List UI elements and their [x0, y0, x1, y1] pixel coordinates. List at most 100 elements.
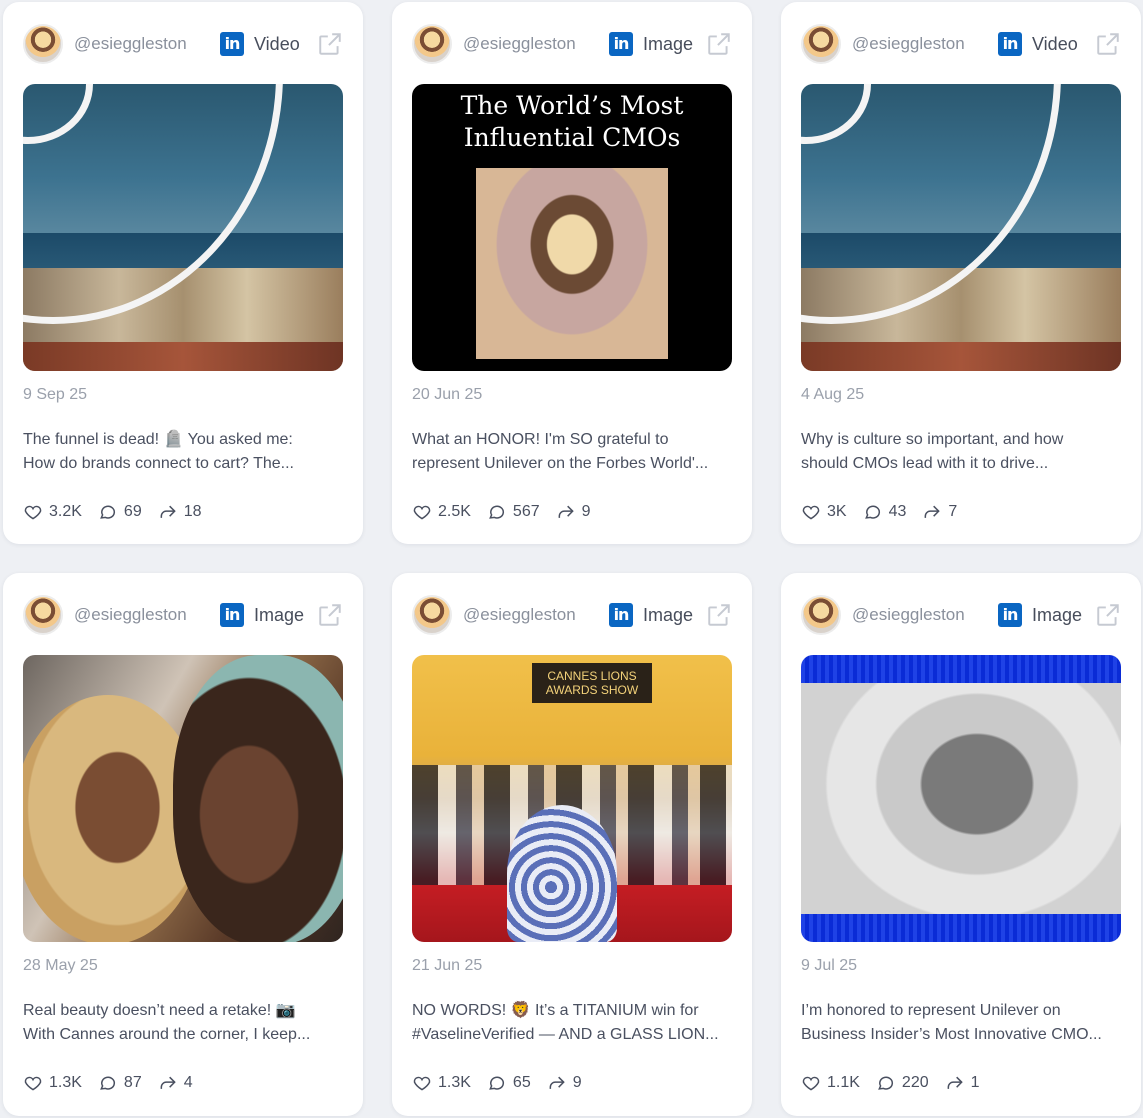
post-caption[interactable]: What an HONOR! I'm SO grateful to repres… [412, 428, 722, 476]
post-header: @esieggleston in Video [801, 24, 1121, 64]
post-media[interactable] [801, 655, 1121, 942]
comment-icon [878, 1076, 893, 1090]
external-link-icon[interactable] [706, 31, 732, 57]
post-card[interactable]: @esieggleston in Video 9 Sep 25 The funn… [3, 2, 363, 544]
post-caption[interactable]: Why is culture so important, and how sho… [801, 428, 1111, 476]
post-media[interactable] [23, 84, 343, 371]
post-card[interactable]: @esieggleston in Image The World’s Most … [392, 2, 752, 544]
likes-stat: 1.3K [23, 1073, 82, 1093]
media-title-line: Influential CMOs [463, 123, 681, 152]
caption-line: Real beauty doesn’t need a retake! 📷 [23, 1002, 296, 1019]
author-handle[interactable]: @esieggleston [74, 34, 206, 54]
caption-line: should CMOs lead with it to drive... [801, 455, 1049, 472]
post-header: @esieggleston in Video [23, 24, 343, 64]
likes-stat: 3.2K [23, 502, 82, 522]
post-date: 20 Jun 25 [412, 386, 483, 403]
avatar[interactable] [801, 595, 841, 635]
post-date: 9 Jul 25 [801, 957, 858, 974]
post-stats: 1.3K 65 9 [412, 1071, 598, 1095]
post-stats: 2.5K 567 9 [412, 500, 607, 524]
comments-stat: 220 [876, 1073, 929, 1093]
avatar[interactable] [23, 595, 63, 635]
author-handle[interactable]: @esieggleston [852, 34, 984, 54]
post-type-label: Image [1032, 604, 1083, 625]
share-icon [549, 1076, 565, 1089]
post-media[interactable]: The World’s Most Influential CMOs [412, 84, 732, 371]
heart-icon [413, 505, 431, 520]
post-caption[interactable]: I’m honored to represent Unilever on Bus… [801, 999, 1111, 1047]
shares-stat: 9 [547, 1073, 582, 1093]
post-grid: @esieggleston in Video 9 Sep 25 The funn… [3, 2, 1141, 1116]
post-media[interactable] [801, 84, 1121, 371]
post-media[interactable] [23, 655, 343, 942]
likes-count: 1.3K [49, 1074, 82, 1091]
likes-count: 1.3K [438, 1074, 471, 1091]
heart-icon [24, 1076, 42, 1091]
comments-count: 69 [123, 503, 142, 520]
comments-stat: 43 [863, 502, 907, 522]
media-band [801, 914, 1121, 942]
post-type-label: Image [643, 33, 694, 54]
media-title-line: The World’s Most [460, 91, 684, 120]
comment-icon [100, 505, 115, 519]
media-band [801, 655, 1121, 683]
author-handle[interactable]: @esieggleston [463, 34, 595, 54]
shares-stat: 9 [556, 502, 591, 522]
caption-line: Why is culture so important, and how [801, 431, 1064, 448]
comments-count: 220 [901, 1074, 929, 1091]
post-card[interactable]: @esieggleston in Image 9 Jul 25 I’m hono… [781, 573, 1141, 1116]
comments-count: 567 [512, 503, 540, 520]
heart-icon [802, 1076, 820, 1091]
avatar[interactable] [23, 24, 63, 64]
post-header: @esieggleston in Image [23, 595, 343, 635]
external-link-icon[interactable] [1095, 602, 1121, 628]
post-caption[interactable]: The funnel is dead! 🪦 You asked me: How … [23, 428, 333, 476]
external-link-icon[interactable] [317, 602, 343, 628]
likes-count: 2.5K [438, 503, 471, 520]
post-stats: 3K 43 7 [801, 500, 973, 524]
comments-stat: 69 [98, 502, 142, 522]
author-handle[interactable]: @esieggleston [463, 605, 595, 625]
author-handle[interactable]: @esieggleston [852, 605, 984, 625]
comments-count: 43 [888, 503, 907, 520]
post-card[interactable]: @esieggleston in Video 4 Aug 25 Why is c… [781, 2, 1141, 544]
heart-icon [802, 505, 820, 520]
author-handle[interactable]: @esieggleston [74, 605, 206, 625]
post-card[interactable]: @esieggleston in Image 28 May 25 Real be… [3, 573, 363, 1116]
caption-line: What an HONOR! I'm SO grateful to [412, 431, 669, 448]
caption-line: How do brands connect to cart? The... [23, 455, 294, 472]
likes-stat: 3K [801, 502, 847, 522]
external-link-icon[interactable] [706, 602, 732, 628]
post-type-label: Image [254, 604, 305, 625]
media-person [173, 655, 343, 942]
post-header: @esieggleston in Image [412, 24, 732, 64]
shares-stat: 1 [945, 1073, 980, 1093]
avatar[interactable] [801, 24, 841, 64]
post-card[interactable]: @esieggleston in Image CANNES LIONS AWAR… [392, 573, 752, 1116]
external-link-icon[interactable] [1095, 31, 1121, 57]
avatar[interactable] [412, 595, 452, 635]
post-date: 9 Sep 25 [23, 386, 88, 403]
caption-line: With Cannes around the corner, I keep... [23, 1026, 311, 1043]
linkedin-icon: in [220, 603, 244, 627]
share-icon [924, 505, 941, 518]
avatar[interactable] [412, 24, 452, 64]
caption-line: NO WORDS! 🦁 It’s a TITANIUM win for [412, 1002, 699, 1019]
linkedin-icon: in [609, 603, 633, 627]
likes-count: 3.2K [49, 503, 82, 520]
share-icon [160, 505, 176, 518]
post-caption[interactable]: NO WORDS! 🦁 It’s a TITANIUM win for #Vas… [412, 999, 722, 1047]
shares-stat: 18 [158, 502, 202, 522]
post-media[interactable]: CANNES LIONS AWARDS SHOW [412, 655, 732, 942]
media-portrait [801, 655, 1121, 942]
heart-icon [413, 1076, 431, 1091]
caption-line: represent Unilever on the Forbes World'.… [412, 455, 709, 472]
external-link-icon[interactable] [317, 31, 343, 57]
shares-count: 7 [948, 503, 958, 520]
linkedin-icon: in [998, 603, 1022, 627]
comments-count: 65 [512, 1074, 531, 1091]
comments-stat: 87 [98, 1073, 142, 1093]
post-caption[interactable]: Real beauty doesn’t need a retake! 📷 Wit… [23, 999, 333, 1047]
post-header: @esieggleston in Image [801, 595, 1121, 635]
likes-count: 3K [827, 503, 847, 520]
